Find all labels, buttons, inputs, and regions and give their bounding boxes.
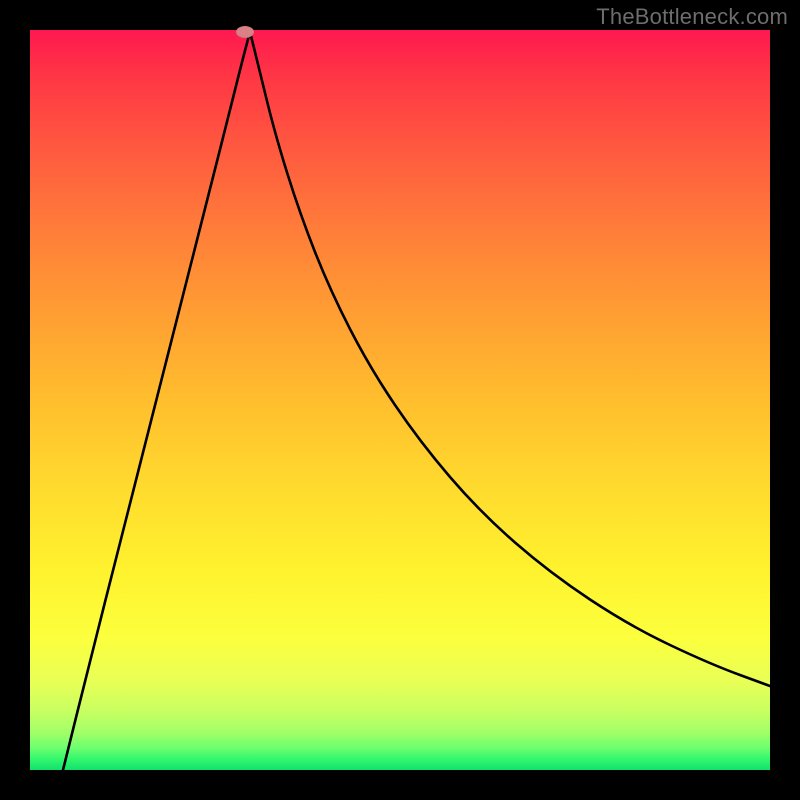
curve-svg xyxy=(30,30,770,770)
watermark-text: TheBottleneck.com xyxy=(596,4,788,30)
plot-area xyxy=(30,30,770,770)
chart-frame: TheBottleneck.com xyxy=(0,0,800,800)
minimum-marker xyxy=(236,26,254,38)
bottleneck-curve xyxy=(63,32,770,770)
